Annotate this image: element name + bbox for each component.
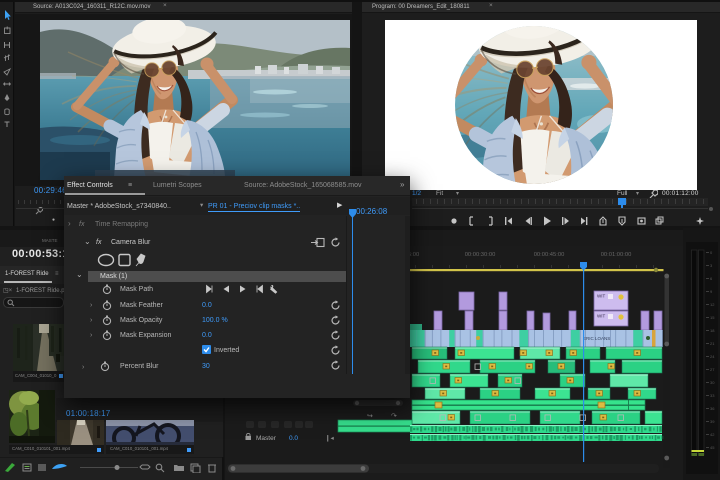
svg-text:30: 30 [710, 380, 715, 385]
svg-text:00:00:30:00: 00:00:30:00 [465, 252, 496, 258]
svg-text:24: 24 [710, 354, 715, 359]
svg-text:↪: ↪ [367, 413, 373, 420]
svg-text:33: 33 [710, 393, 715, 398]
svg-text:Master: Master [256, 435, 277, 442]
svg-text:00:00:45:00: 00:00:45:00 [534, 252, 565, 258]
svg-text:18: 18 [710, 328, 715, 333]
svg-text:21: 21 [710, 341, 715, 346]
svg-text:❙◂: ❙◂ [325, 434, 334, 442]
svg-text:39: 39 [710, 419, 715, 424]
svg-text:00:01:00:00: 00:01:00:00 [601, 252, 632, 258]
svg-text:WIT: WIT [597, 294, 605, 299]
svg-text:ERIC LOANS: ERIC LOANS [583, 336, 610, 341]
svg-text:0.0: 0.0 [289, 435, 298, 442]
svg-text:36: 36 [710, 406, 715, 411]
svg-text:WIT: WIT [597, 314, 605, 319]
svg-text:42: 42 [710, 432, 715, 437]
svg-text:12: 12 [710, 302, 715, 307]
svg-text:15: 15 [710, 315, 715, 320]
svg-text:27: 27 [710, 367, 715, 372]
svg-text:↷: ↷ [391, 413, 397, 420]
svg-text:45: 45 [710, 445, 715, 450]
